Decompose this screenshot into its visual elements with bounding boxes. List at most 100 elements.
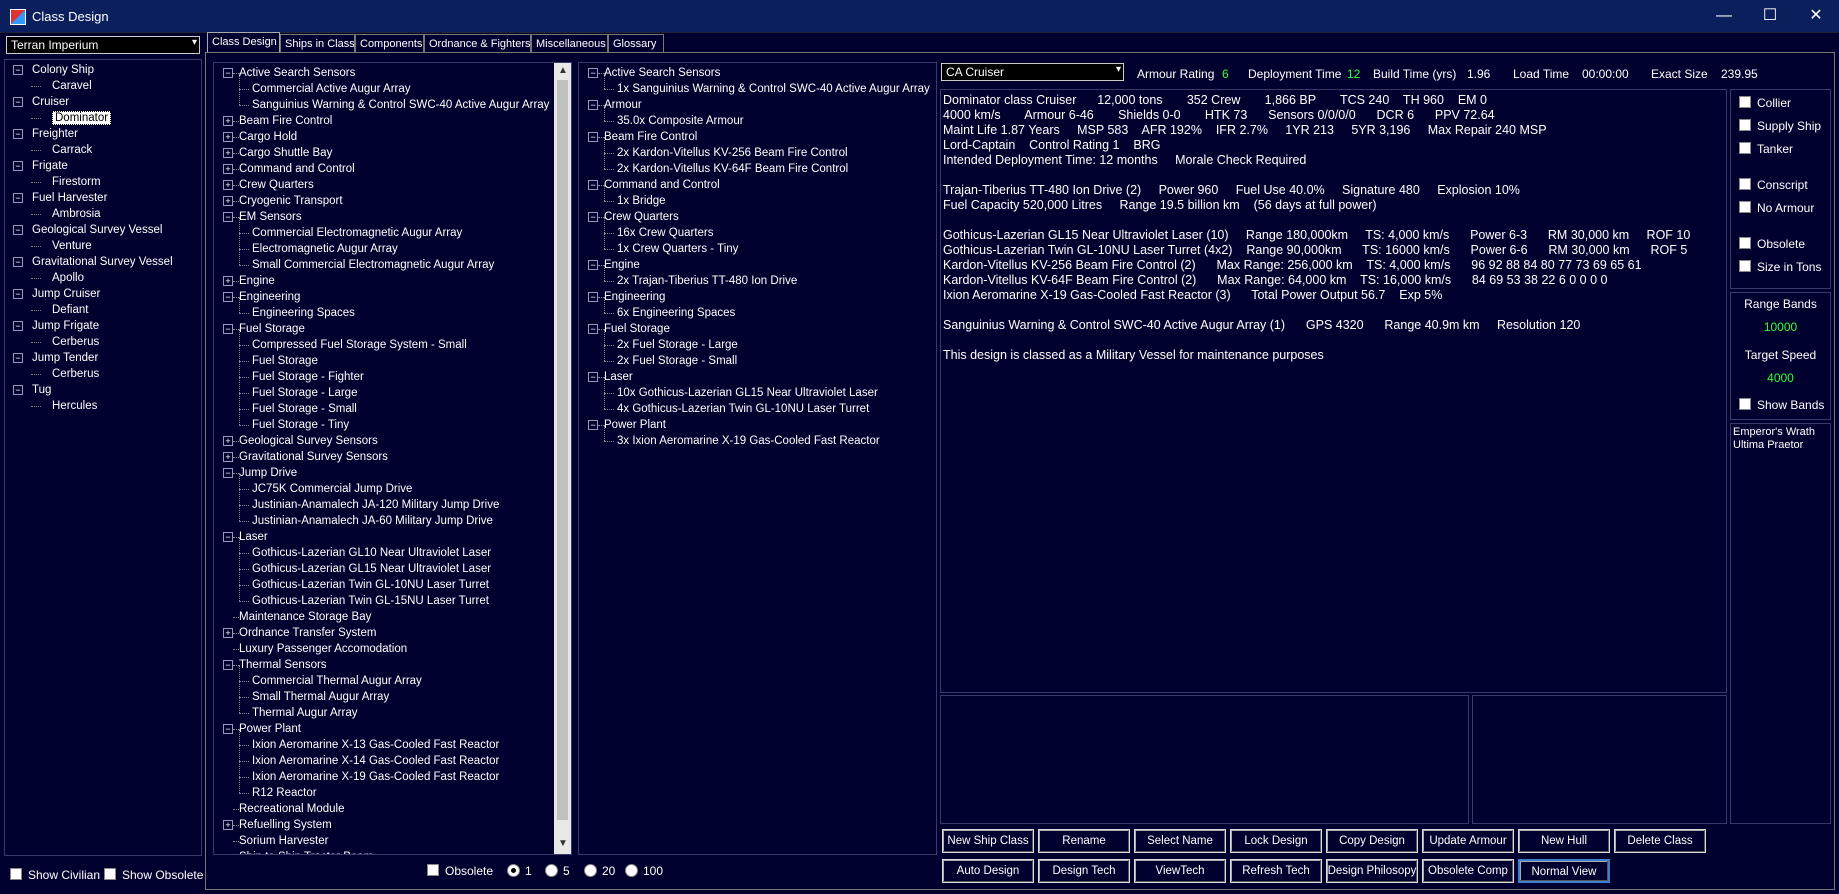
scroll-thumb[interactable] (557, 80, 568, 820)
collapse-icon[interactable]: − (13, 97, 23, 107)
tree-category-refuelling-system[interactable]: + Refuelling System (223, 817, 332, 833)
tree-item[interactable]: R12 Reactor (239, 777, 317, 801)
collapse-icon[interactable]: − (223, 660, 233, 670)
class-group-gravitational-survey-vessel[interactable]: − Gravitational Survey Vessel (13, 254, 173, 270)
collapse-icon[interactable]: − (13, 225, 23, 235)
tree-category-engine[interactable]: − Engine (588, 257, 640, 273)
collapse-icon[interactable]: − (588, 100, 598, 110)
tab-class-design[interactable]: Class Design (207, 32, 280, 53)
expand-icon[interactable]: + (223, 196, 233, 206)
auto-design-button[interactable]: Auto Design (942, 859, 1034, 883)
collapse-icon[interactable]: − (13, 65, 23, 75)
tree-category-command-and-control[interactable]: + Command and Control (223, 161, 355, 177)
tree-category-command-and-control[interactable]: − Command and Control (588, 177, 720, 193)
collapse-icon[interactable]: − (223, 532, 233, 542)
tree-item[interactable]: Sanguinius Warning & Control SWC-40 Acti… (239, 89, 549, 113)
tree-category-recreational-module[interactable]: Recreational Module (223, 801, 344, 817)
commander-item[interactable]: Emperor's Wrath (1733, 426, 1815, 438)
tree-category-crew-quarters[interactable]: + Crew Quarters (223, 177, 314, 193)
tree-item[interactable]: Commercial Active Augur Array (239, 73, 411, 97)
class-item-venture[interactable]: Venture (31, 238, 92, 254)
viewtech-button[interactable]: ViewTech (1134, 859, 1226, 883)
expand-icon[interactable]: + (223, 452, 233, 462)
design-philosopy-button[interactable]: Design Philosopy (1326, 859, 1418, 883)
expand-icon[interactable]: + (223, 820, 233, 830)
collapse-icon[interactable]: − (588, 260, 598, 270)
option-collier-checkbox[interactable]: Collier (1739, 96, 1791, 110)
tree-item[interactable]: Gothicus-Lazerian GL15 Near Ultraviolet … (239, 553, 491, 577)
tree-item[interactable]: Commercial Thermal Augur Array (239, 665, 422, 689)
expand-icon[interactable]: + (223, 116, 233, 126)
tree-item[interactable]: Compressed Fuel Storage System - Small (239, 329, 467, 353)
radio-5[interactable]: 5 (545, 864, 570, 878)
tree-item[interactable]: 3x Ixion Aeromarine X-19 Gas-Cooled Fast… (604, 425, 880, 449)
tree-category-laser[interactable]: − Laser (223, 529, 268, 545)
tree-category-crew-quarters[interactable]: − Crew Quarters (588, 209, 679, 225)
class-group-tug[interactable]: − Tug (13, 382, 51, 398)
collapse-icon[interactable]: − (13, 353, 23, 363)
tree-item[interactable]: Thermal Augur Array (239, 697, 357, 721)
collapse-icon[interactable]: − (588, 324, 598, 334)
tree-category-gravitational-survey-sensors[interactable]: + Gravitational Survey Sensors (223, 449, 388, 465)
race-select[interactable]: Terran Imperium ▾ (6, 36, 200, 54)
tree-item[interactable]: 2x Kardon-Vitellus KV-256 Beam Fire Cont… (604, 137, 848, 161)
tree-category-beam-fire-control[interactable]: + Beam Fire Control (223, 113, 332, 129)
expand-icon[interactable]: + (223, 276, 233, 286)
collapse-icon[interactable]: − (588, 212, 598, 222)
class-item-hercules[interactable]: Hercules (31, 398, 97, 414)
tree-item[interactable]: Justinian-Anamalech JA-120 Military Jump… (239, 489, 499, 513)
collapse-icon[interactable]: − (588, 372, 598, 382)
tree-item[interactable]: 10x Gothicus-Lazerian GL15 Near Ultravio… (604, 377, 878, 401)
collapse-icon[interactable]: − (223, 468, 233, 478)
refresh-tech-button[interactable]: Refresh Tech (1230, 859, 1322, 883)
tree-category-laser[interactable]: − Laser (588, 369, 633, 385)
tree-item[interactable]: Gothicus-Lazerian Twin GL-15NU Laser Tur… (239, 585, 489, 609)
collapse-icon[interactable]: − (588, 420, 598, 430)
tree-item[interactable]: 1x Crew Quarters - Tiny (604, 233, 738, 257)
class-item-apollo[interactable]: Apollo (31, 270, 84, 286)
tree-category-engineering[interactable]: − Engineering (588, 289, 665, 305)
tree-item[interactable]: Fuel Storage - Tiny (239, 409, 349, 433)
tree-item[interactable]: Gothicus-Lazerian Twin GL-10NU Laser Tur… (239, 569, 489, 593)
tree-item[interactable]: Small Thermal Augur Array (239, 681, 389, 705)
class-item-firestorm[interactable]: Firestorm (31, 174, 101, 190)
tree-item[interactable]: Ixion Aeromarine X-14 Gas-Cooled Fast Re… (239, 745, 499, 769)
tree-category-engine[interactable]: + Engine (223, 273, 275, 289)
rename-button[interactable]: Rename (1038, 829, 1130, 853)
collapse-icon[interactable]: − (223, 324, 233, 334)
scroll-up-icon[interactable]: ▲ (558, 65, 568, 76)
delete-class-button[interactable]: Delete Class (1614, 829, 1706, 853)
collapse-icon[interactable]: − (13, 129, 23, 139)
components-scrollbar[interactable]: ▲ ▼ (554, 63, 571, 854)
new-hull-button[interactable]: New Hull (1518, 829, 1610, 853)
tree-category-em-sensors[interactable]: − EM Sensors (223, 209, 302, 225)
tab-ships-in-class[interactable]: Ships in Class (280, 34, 355, 52)
tree-category-ship-to-ship-tractor-beam[interactable]: Ship to Ship Tractor Beam (223, 849, 373, 854)
class-item-defiant[interactable]: Defiant (31, 302, 88, 318)
tree-item[interactable]: Fuel Storage - Large (239, 377, 357, 401)
class-group-jump-tender[interactable]: − Jump Tender (13, 350, 98, 366)
option-no-armour-checkbox[interactable]: No Armour (1739, 201, 1814, 215)
tree-category-active-search-sensors[interactable]: − Active Search Sensors (223, 65, 355, 81)
range-bands-value[interactable]: 10000 (1731, 320, 1830, 334)
tree-item[interactable]: 16x Crew Quarters (604, 217, 714, 241)
expand-icon[interactable]: + (223, 164, 233, 174)
show-civilian-checkbox[interactable]: Show Civilian (10, 868, 100, 882)
deployment-time-value[interactable]: 12 (1347, 67, 1360, 81)
tree-category-cryogenic-transport[interactable]: + Cryogenic Transport (223, 193, 343, 209)
obsolete-comp-button[interactable]: Obsolete Comp (1422, 859, 1514, 883)
tree-item[interactable]: Engineering Spaces (239, 297, 355, 321)
normal-view-button[interactable]: Normal View (1518, 859, 1610, 883)
tree-item[interactable]: 2x Trajan-Tiberius TT-480 Ion Drive (604, 265, 797, 289)
expand-icon[interactable]: + (223, 132, 233, 142)
tree-item[interactable]: Fuel Storage (239, 345, 318, 369)
target-speed-value[interactable]: 4000 (1731, 371, 1830, 385)
class-item-caravel[interactable]: Caravel (31, 78, 92, 94)
collapse-icon[interactable]: − (13, 321, 23, 331)
tree-category-geological-survey-sensors[interactable]: + Geological Survey Sensors (223, 433, 378, 449)
class-group-frigate[interactable]: − Frigate (13, 158, 68, 174)
tab-glossary[interactable]: Glossary (608, 34, 664, 52)
tree-category-fuel-storage[interactable]: − Fuel Storage (223, 321, 305, 337)
collapse-icon[interactable]: − (13, 289, 23, 299)
tree-item[interactable]: Small Commercial Electromagnetic Augur A… (239, 249, 494, 273)
